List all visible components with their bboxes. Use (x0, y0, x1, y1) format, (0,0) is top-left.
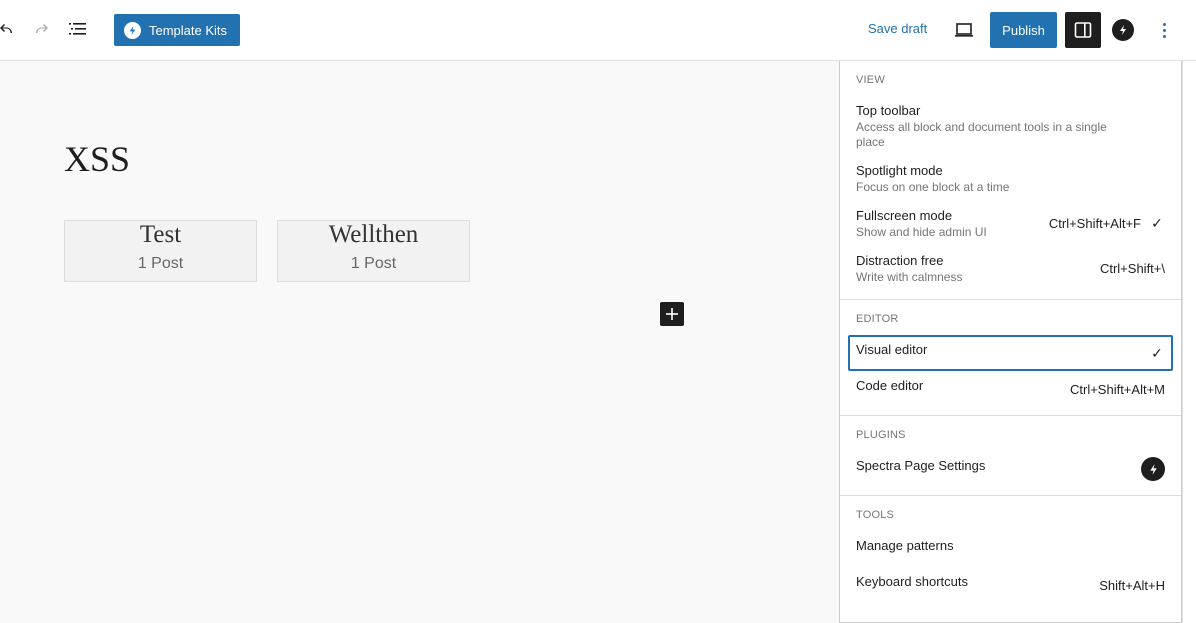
menu-item-label: Visual editor (856, 342, 928, 357)
section-title: PLUGINS (856, 429, 906, 441)
menu-item-distraction-free[interactable]: Distraction free Write with calmness Ctr… (848, 246, 1173, 291)
menu-item-code-editor[interactable]: Code editor Ctrl+Shift+Alt+M (848, 371, 1173, 407)
category-card[interactable]: Test 1 Post (64, 220, 257, 282)
options-menu-icon[interactable] (1152, 18, 1176, 42)
menu-item-description: Show and hide admin UI (856, 225, 987, 239)
options-dropdown-menu: VIEW Top toolbar Access all block and do… (839, 61, 1182, 623)
template-kits-label: Template Kits (149, 22, 228, 38)
menu-item-shortcut: Ctrl+Shift+\ (1099, 261, 1165, 276)
menu-item-label: Manage patterns (856, 538, 954, 553)
tools-section: TOOLS Manage patterns Keyboard shortcuts… (840, 496, 1181, 611)
menu-item-spotlight-mode[interactable]: Spotlight mode Focus on one block at a t… (848, 156, 1173, 201)
plus-icon (666, 308, 678, 320)
category-count: 1 Post (350, 255, 397, 272)
menu-item-description: Focus on one block at a time (856, 180, 1010, 194)
menu-item-label: Keyboard shortcuts (856, 574, 969, 589)
post-title[interactable]: XSS (64, 138, 130, 180)
template-kits-button[interactable]: Template Kits (114, 14, 240, 46)
view-section: VIEW Top toolbar Access all block and do… (840, 61, 1181, 300)
spectra-toolbar-icon[interactable] (1112, 19, 1134, 41)
menu-item-spectra-page-settings[interactable]: Spectra Page Settings (848, 451, 1173, 487)
menu-item-label: Spectra Page Settings (856, 458, 986, 473)
menu-item-label: Fullscreen mode (856, 208, 953, 223)
editor-section: EDITOR Visual editor ✓ Code editor Ctrl+… (840, 300, 1181, 416)
menu-item-manage-patterns[interactable]: Manage patterns (848, 531, 1173, 567)
publish-button[interactable]: Publish (990, 12, 1057, 48)
menu-item-fullscreen-mode[interactable]: Fullscreen mode Show and hide admin UI C… (848, 201, 1173, 246)
section-title: EDITOR (856, 313, 899, 325)
spectra-icon (1141, 457, 1165, 481)
save-draft-button[interactable]: Save draft (868, 21, 927, 36)
block-inserter-button[interactable] (660, 302, 684, 326)
editor-header: Template Kits Save draft Publish (0, 0, 1196, 61)
spectra-logo-icon (124, 21, 141, 39)
undo-icon[interactable] (0, 17, 18, 41)
menu-item-visual-editor[interactable]: Visual editor ✓ (848, 335, 1173, 371)
sidebar-icon (1074, 22, 1092, 38)
category-name: Wellthen (328, 221, 419, 248)
section-title: VIEW (856, 74, 885, 86)
plugins-section: PLUGINS Spectra Page Settings (840, 416, 1181, 496)
menu-item-description: Write with calmness (856, 270, 963, 284)
category-card[interactable]: Wellthen 1 Post (277, 220, 470, 282)
menu-item-shortcut: Ctrl+Shift+Alt+F (1048, 216, 1141, 231)
category-count: 1 Post (137, 255, 184, 272)
preview-device-icon[interactable] (952, 18, 976, 42)
settings-sidebar (1182, 61, 1196, 623)
menu-item-label: Top toolbar (856, 103, 921, 118)
document-overview-icon[interactable] (66, 17, 90, 41)
menu-item-label: Spotlight mode (856, 163, 943, 178)
menu-item-description: Access all block and document tools in a… (856, 120, 1107, 149)
checkmark-icon: ✓ (1151, 344, 1163, 361)
menu-item-shortcut: Shift+Alt+H (1099, 577, 1165, 593)
checkmark-icon: ✓ (1151, 215, 1163, 231)
menu-item-label: Code editor (856, 378, 924, 393)
menu-item-shortcut: Ctrl+Shift+Alt+M (1069, 381, 1165, 397)
menu-item-top-toolbar[interactable]: Top toolbar Access all block and documen… (848, 96, 1173, 156)
menu-item-keyboard-shortcuts[interactable]: Keyboard shortcuts Shift+Alt+H (848, 567, 1173, 603)
menu-item-label: Distraction free (856, 253, 944, 268)
redo-icon[interactable] (30, 17, 54, 41)
settings-sidebar-toggle[interactable] (1065, 12, 1101, 48)
category-name: Test (139, 221, 182, 248)
section-title: TOOLS (856, 509, 895, 521)
